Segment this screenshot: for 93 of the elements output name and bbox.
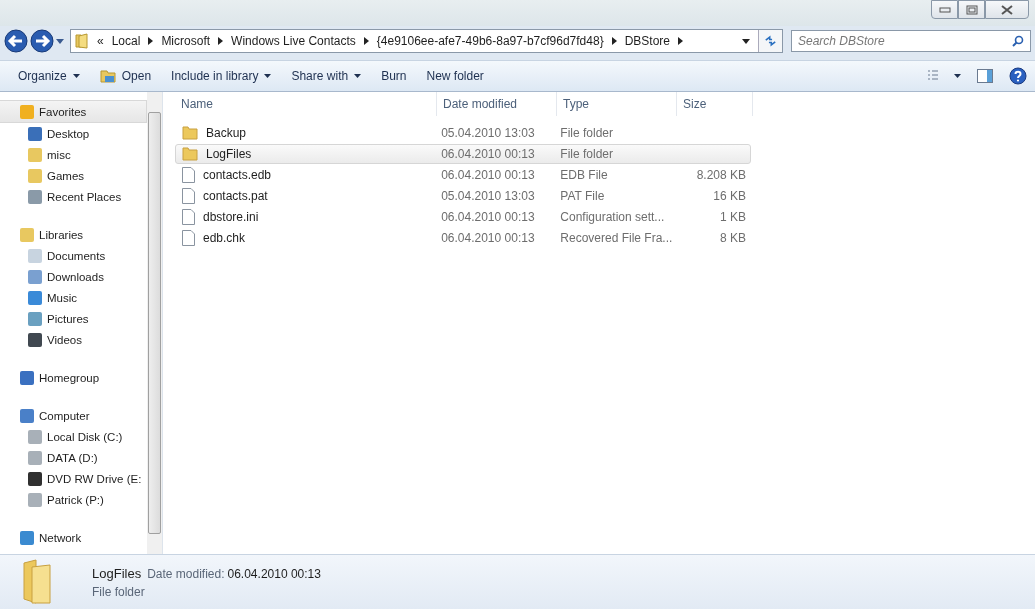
- minimize-icon: [938, 5, 951, 14]
- back-button[interactable]: [4, 29, 28, 53]
- sidebar-item[interactable]: Music: [0, 287, 147, 308]
- column-header[interactable]: Date modified: [437, 92, 557, 116]
- file-row[interactable]: dbstore.ini 06.04.2010 00:13 Configuration sett... 1 KB: [175, 207, 751, 227]
- file-name: LogFiles: [206, 147, 252, 161]
- details-type: File folder: [92, 584, 146, 599]
- address-bar[interactable]: « Local Microsoft Windows Live Contacts {4e9106ee-afe7-49b6-8a97-b7cf96d7fd48} DBStore: [70, 29, 783, 53]
- file-icon: [182, 230, 195, 246]
- sidebar-item[interactable]: Patrick (P:): [0, 489, 147, 510]
- table-cell-text: 06.04.2010 00:13: [440, 168, 536, 182]
- sidebar-item[interactable]: Downloads: [0, 266, 147, 287]
- breadcrumb[interactable]: Microsoft: [161, 34, 211, 48]
- chevron-icon[interactable]: [611, 37, 617, 45]
- sidebar-item[interactable]: Local Disk (C:): [0, 426, 147, 447]
- breadcrumb[interactable]: Local: [111, 34, 141, 48]
- chevron-icon[interactable]: [363, 37, 369, 45]
- column-header[interactable]: Type: [557, 92, 677, 116]
- file-icon: [182, 167, 195, 183]
- chevron-icon[interactable]: [678, 37, 683, 45]
- file-row[interactable]: contacts.pat 05.04.2010 13:03 PAT File 16 KB: [175, 186, 751, 206]
- file-row[interactable]: Backup 05.04.2010 13:03 File folder: [175, 123, 751, 143]
- table-cell-text: File folder: [559, 147, 614, 161]
- file-name: contacts.pat: [203, 189, 268, 203]
- refresh-icon: [765, 35, 776, 47]
- close-icon: [1001, 4, 1013, 15]
- maximize-button[interactable]: [958, 0, 985, 19]
- sidebar-item[interactable]: Computer: [0, 405, 147, 426]
- scrollbar[interactable]: [147, 92, 162, 554]
- table-cell-text: 05.04.2010 13:03: [440, 189, 536, 203]
- toolbar-button[interactable]: Include in library: [161, 65, 282, 87]
- toolbar-button[interactable]: Open: [89, 64, 162, 88]
- restore-icon: [965, 4, 978, 15]
- file-name: edb.chk: [203, 231, 246, 245]
- table-cell-text: 06.04.2010 00:13: [440, 147, 536, 161]
- forward-button[interactable]: [30, 29, 54, 53]
- file-row[interactable]: contacts.edb 06.04.2010 00:13 EDB File 8.208 KB: [175, 165, 751, 185]
- sidebar-item[interactable]: Videos: [0, 329, 147, 350]
- sidebar-item[interactable]: Desktop: [0, 123, 147, 144]
- details-label: Date modified:: [147, 566, 225, 581]
- table-cell-text: 06.04.2010 00:13: [440, 231, 536, 245]
- file-name: dbstore.ini: [203, 210, 259, 224]
- chevron-icon[interactable]: [148, 37, 154, 45]
- column-header[interactable]: Name: [175, 92, 437, 116]
- sidebar-item[interactable]: Network: [0, 527, 147, 548]
- table-cell-text: Recovered File Fra...: [559, 231, 674, 245]
- toolbar-button[interactable]: New folder: [416, 65, 494, 87]
- sidebar-item[interactable]: Recent Places: [0, 186, 147, 207]
- minimize-button[interactable]: [931, 0, 958, 19]
- file-row[interactable]: LogFiles 06.04.2010 00:13 File folder: [175, 144, 751, 164]
- caret-icon: [72, 74, 80, 78]
- sidebar-item[interactable]: Homegroup: [0, 367, 147, 388]
- table-cell-text: 8 KB: [719, 231, 747, 245]
- search-icon: [1012, 35, 1024, 47]
- toolbar-button[interactable]: Organize: [8, 65, 90, 87]
- file-icon: [182, 188, 195, 204]
- sidebar-item[interactable]: DVD RW Drive (E:: [0, 468, 147, 489]
- file-row[interactable]: edb.chk 06.04.2010 00:13 Recovered File Fra... 8 KB: [175, 228, 751, 248]
- file-icon: [182, 209, 195, 225]
- refresh-button[interactable]: [758, 30, 782, 52]
- breadcrumb[interactable]: {4e9106ee-afe7-49b6-8a97-b7cf96d7fd48}: [376, 34, 604, 48]
- caret-icon: [264, 74, 272, 78]
- breadcrumb[interactable]: Windows Live Contacts: [231, 34, 356, 48]
- close-button[interactable]: [985, 0, 1029, 19]
- table-cell-text: 1 KB: [719, 210, 747, 224]
- sidebar-item[interactable]: Libraries: [0, 224, 147, 245]
- details-name: LogFiles: [92, 565, 142, 581]
- table-cell-text: File folder: [559, 126, 614, 140]
- sidebar-item[interactable]: DATA (D:): [0, 447, 147, 468]
- toolbar-button[interactable]: Share with: [281, 65, 372, 87]
- table-cell-text: PAT File: [559, 189, 606, 203]
- toolbar-button[interactable]: Burn: [371, 65, 417, 87]
- table-cell-text: 16 KB: [712, 189, 747, 203]
- caret-icon: [354, 74, 362, 78]
- file-name: Backup: [206, 126, 247, 140]
- chevron-icon[interactable]: [218, 37, 224, 45]
- column-header[interactable]: Size: [677, 92, 753, 116]
- overflow-chevron[interactable]: «: [97, 34, 104, 48]
- file-name: contacts.edb: [203, 168, 272, 182]
- table-cell-text: 05.04.2010 13:03: [440, 126, 536, 140]
- table-cell-text: 8.208 KB: [695, 168, 747, 182]
- sidebar-item[interactable]: Pictures: [0, 308, 147, 329]
- breadcrumb[interactable]: DBStore: [624, 34, 670, 48]
- search-field[interactable]: Search DBStore: [791, 30, 1031, 52]
- sidebar-item[interactable]: Games: [0, 165, 147, 186]
- table-cell-text: EDB File: [559, 168, 609, 182]
- sidebar-item[interactable]: Documents: [0, 245, 147, 266]
- sidebar-item[interactable]: Favorites: [0, 100, 147, 123]
- details-value: 06.04.2010 00:13: [227, 566, 321, 581]
- table-cell-text: Configuration sett...: [559, 210, 666, 224]
- table-cell-text: 06.04.2010 00:13: [440, 210, 536, 224]
- caret-icon[interactable]: [742, 38, 750, 44]
- sidebar-item[interactable]: misc: [0, 144, 147, 165]
